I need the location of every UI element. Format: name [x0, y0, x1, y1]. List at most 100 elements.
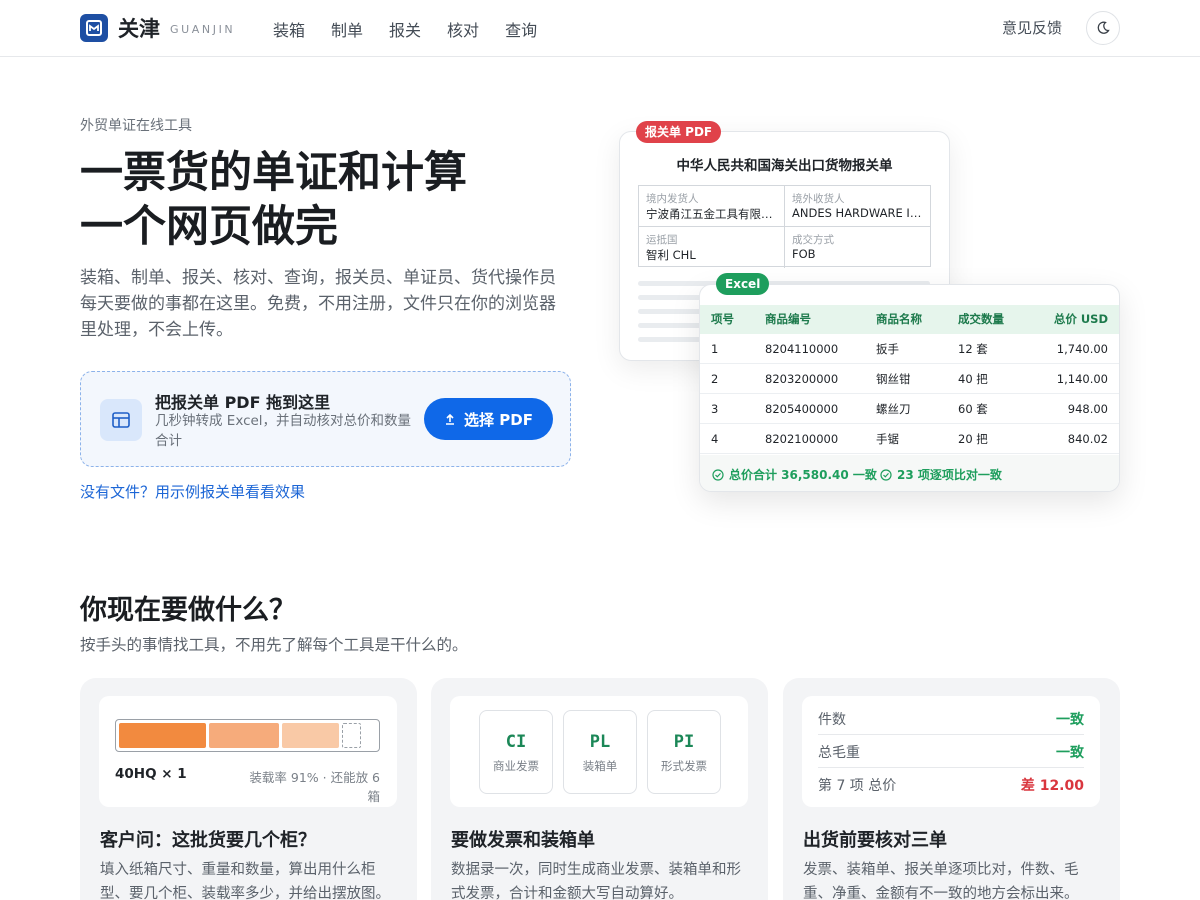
card-description: 发票、装箱单、报关单逐项比对，件数、毛重、净重、金额有不一致的地方会标出来。: [803, 862, 1079, 900]
drop-zone-subtitle: 几秒钟转成 Excel，并自动核对总价和数量合计: [155, 413, 412, 449]
container-preview: 40HQ × 1 装载率 91% · 还能放 6 箱: [99, 696, 397, 807]
table-cell: 钢丝钳: [876, 372, 911, 386]
theme-toggle-button[interactable]: [1086, 11, 1120, 45]
check-key: 件数: [818, 712, 846, 728]
hero-title-line1: 一票货的单证和计算: [80, 148, 467, 198]
table-cell: 1: [711, 342, 719, 356]
table-row: 2 8203200000 钢丝钳 40 把 1,140.00: [700, 364, 1119, 394]
moon-icon: [1097, 21, 1110, 34]
table-cell: 8205400000: [765, 402, 839, 416]
table-cell: 40 把: [958, 372, 988, 386]
card-invoice[interactable]: CI 商业发票 PL 装箱单 PI 形式发票 要做发票和装箱单 数据录一次，同时…: [431, 678, 768, 900]
check-circle-icon: [880, 468, 892, 481]
total-check: 总价合计 36,580.40 一致: [712, 466, 877, 483]
pdf-preview-grid: 境内发货人 宁波甬江五金工具有限公司 境外收货人 ANDES HARDWARE …: [638, 185, 931, 268]
check-row: 件数 一致: [818, 703, 1084, 735]
check-value: 差 12.00: [1020, 778, 1084, 794]
excel-check-footer: 总价合计 36,580.40 一致 23 项逐项比对一致: [700, 455, 1119, 491]
load-rate: 装载率 91% · 还能放 6 箱: [249, 770, 380, 804]
nav-item-lookup[interactable]: 查询: [505, 17, 537, 41]
card-description: 填入纸箱尺寸、重量和数量，算出用什么柜型、要几个柜、装载率多少，并给出摆放图。: [100, 862, 390, 900]
check-key: 总毛重: [818, 745, 860, 761]
table-cell: 8203200000: [765, 372, 839, 386]
container-load-bar: [115, 719, 380, 752]
table-cell: 12 套: [958, 342, 988, 356]
check-value: 一致: [1056, 745, 1084, 761]
pdf-preview-title: 中华人民共和国海关出口货物报关单: [676, 158, 893, 174]
total-check-label: 总价合计 36,580.40 一致: [729, 468, 877, 482]
card-reconcile[interactable]: 件数 一致 总毛重 一致 第 7 项 总价 差 12.00 出货前要核对三单 发…: [783, 678, 1120, 900]
table-cell: 8202100000: [765, 432, 839, 446]
excel-preview-card: 项号 商品编号 商品名称 成交数量 总价 USD 1 8204110000 扳手…: [699, 284, 1120, 492]
reconcile-preview: 件数 一致 总毛重 一致 第 7 项 总价 差 12.00: [802, 696, 1100, 807]
table-cell: 4: [711, 432, 719, 446]
check-row: 总毛重 一致: [818, 736, 1084, 768]
table-cell: 1,740.00: [1056, 342, 1108, 356]
hero-title: 一票货的单证和计算 一个网页做完: [80, 146, 467, 254]
table-row: 1 8204110000 扳手 12 套 1,740.00: [700, 334, 1119, 364]
check-row: 第 7 项 总价 差 12.00: [818, 769, 1084, 801]
feedback-link[interactable]: 意见反馈: [1002, 17, 1062, 38]
table-cell: 60 套: [958, 402, 988, 416]
nav-item-documents[interactable]: 制单: [331, 17, 363, 41]
load-segment: [209, 723, 279, 748]
card-container-calc[interactable]: 40HQ × 1 装载率 91% · 还能放 6 箱 客户问：这批货要几个柜？ …: [80, 678, 417, 900]
pdf-cell-label: 运抵国: [646, 234, 678, 246]
card-title: 要做发票和装箱单: [451, 830, 595, 851]
invoice-preview: CI 商业发票 PL 装箱单 PI 形式发票: [450, 696, 748, 807]
pdf-cell-label: 境内发货人: [646, 193, 699, 205]
container-type: 40HQ × 1: [115, 766, 187, 782]
top-header: 关津 GUANJIN 装箱 制单 报关 核对 查询 意见反馈: [0, 0, 1200, 57]
pdf-drop-zone[interactable]: 把报关单 PDF 拖到这里 几秒钟转成 Excel，并自动核对总价和数量合计 选…: [80, 371, 571, 467]
pdf-cell-value: 宁波甬江五金工具有限公司: [646, 207, 778, 221]
doc-code: PL: [589, 732, 611, 752]
excel-col-header: 商品编号: [765, 312, 811, 326]
hero-title-line2: 一个网页做完: [80, 202, 338, 252]
empty-slot: [342, 723, 361, 748]
pdf-cell-shipper: 境内发货人 宁波甬江五金工具有限公司: [639, 186, 785, 227]
nav-item-customs[interactable]: 报关: [389, 17, 421, 41]
nav-item-packing[interactable]: 装箱: [273, 17, 305, 41]
table-icon: [100, 399, 142, 441]
excel-col-header: 总价 USD: [1053, 312, 1108, 326]
doc-pl: PL 装箱单: [563, 710, 637, 794]
table-cell: 8204110000: [765, 342, 839, 356]
logo-icon[interactable]: [80, 14, 108, 42]
sample-file-link[interactable]: 没有文件？用示例报关单看看效果: [80, 481, 305, 502]
items-check: 23 项逐项比对一致: [880, 466, 1002, 483]
table-cell: 840.02: [1067, 432, 1108, 446]
section-subtitle: 按手头的事情找工具，不用先了解每个工具是干什么的。: [80, 636, 468, 654]
doc-name: 形式发票: [661, 759, 707, 773]
table-cell: 手锯: [876, 432, 899, 446]
pdf-cell-value: ANDES HARDWARE IMPORTS: [792, 206, 924, 220]
doc-code: CI: [505, 732, 527, 752]
table-cell: 螺丝刀: [876, 402, 911, 416]
pdf-cell-value: 智利 CHL: [646, 248, 696, 262]
load-segment: [282, 723, 339, 748]
table-cell: 3: [711, 402, 719, 416]
items-check-label: 23 项逐项比对一致: [897, 468, 1002, 482]
nav-item-check[interactable]: 核对: [447, 17, 479, 41]
excel-col-header: 成交数量: [958, 312, 1004, 326]
load-segment: [119, 723, 206, 748]
pdf-cell-value: FOB: [792, 247, 816, 261]
table-cell: 2: [711, 372, 719, 386]
upload-icon: [446, 413, 455, 425]
logo-name[interactable]: 关津: [118, 13, 160, 43]
doc-name: 商业发票: [493, 759, 539, 773]
doc-ci: CI 商业发票: [479, 710, 553, 794]
logo-subtitle: GUANJIN: [170, 23, 236, 36]
hero-description: 装箱、制单、报关、核对、查询，报关员、单证员、货代操作员每天要做的事都在这里。免…: [80, 268, 556, 340]
check-circle-icon: [712, 468, 724, 481]
table-cell: 948.00: [1067, 402, 1108, 416]
table-cell: 扳手: [876, 342, 899, 356]
excel-col-header: 商品名称: [876, 312, 922, 326]
doc-pi: PI 形式发票: [647, 710, 721, 794]
main-nav: 装箱 制单 报关 核对 查询: [273, 17, 537, 41]
choose-pdf-button[interactable]: 选择 PDF: [424, 398, 553, 440]
choose-pdf-label: 选择 PDF: [464, 410, 533, 429]
excel-badge: Excel: [716, 273, 770, 295]
pdf-cell-destination: 运抵国 智利 CHL: [639, 227, 785, 268]
table-row: 4 8202100000 手锯 20 把 840.02: [700, 424, 1119, 454]
card-description: 数据录一次，同时生成商业发票、装箱单和形式发票，合计和金额大写自动算好。: [451, 862, 741, 900]
